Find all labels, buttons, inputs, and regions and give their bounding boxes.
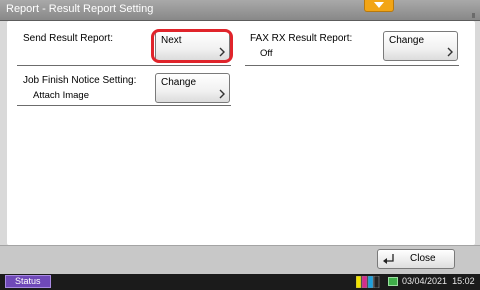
return-arrow-icon — [383, 254, 394, 264]
close-button-label: Close — [410, 253, 436, 264]
window-title: Report - Result Report Setting — [6, 3, 154, 15]
chevron-right-icon — [219, 89, 225, 99]
job-finish-notice-change-button[interactable]: Change — [155, 73, 230, 103]
next-button-label: Next — [161, 35, 182, 46]
send-result-report-label: Send Result Report: — [23, 33, 114, 44]
job-finish-notice-value: Attach Image — [33, 90, 89, 101]
divider — [17, 65, 231, 66]
settings-panel: Send Result Report: Next FAX RX Result R… — [7, 21, 475, 245]
fax-rx-result-report-change-button[interactable]: Change — [383, 31, 458, 61]
chevron-right-icon — [219, 47, 225, 57]
fax-rx-result-report-value: Off — [260, 48, 273, 59]
date-time: 03/04/2021 15:02 — [402, 276, 475, 286]
send-result-report-next-button[interactable]: Next — [155, 31, 230, 61]
chevron-down-icon — [374, 2, 384, 8]
chevron-right-icon — [447, 47, 453, 57]
change-button-label: Change — [389, 35, 425, 46]
status-button-label: Status — [15, 276, 41, 286]
title-bar: Report - Result Report Setting — [0, 0, 480, 21]
collapse-tab[interactable] — [364, 0, 394, 12]
status-button[interactable]: Status — [5, 275, 51, 288]
time-text: 15:02 — [452, 276, 475, 286]
network-icon — [388, 277, 398, 286]
divider — [245, 65, 459, 66]
screen-frame: Report - Result Report Setting Send Resu… — [0, 0, 480, 290]
status-bar: Status 03/04/2021 15:02 — [0, 274, 480, 290]
change-button-label: Change — [161, 77, 197, 88]
date-text: 03/04/2021 — [402, 276, 448, 286]
divider — [17, 105, 231, 106]
job-finish-notice-label: Job Finish Notice Setting: — [23, 75, 137, 86]
scroll-indicator — [472, 13, 475, 18]
toner-level-icon — [356, 276, 380, 288]
fax-rx-result-report-label: FAX RX Result Report: — [250, 33, 353, 44]
close-button[interactable]: Close — [377, 249, 455, 269]
